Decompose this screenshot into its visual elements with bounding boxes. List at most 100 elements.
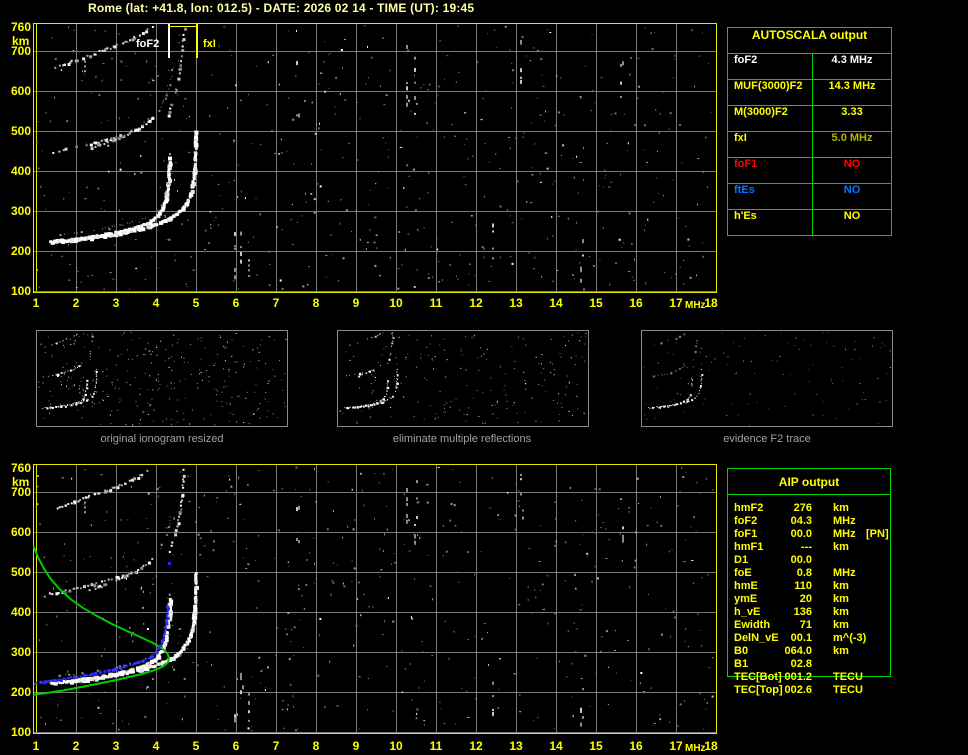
thumbnail-original-ionogram [36,330,288,427]
thumbnail-original-canvas [37,331,287,426]
x-tick-bottom-14: 14 [549,739,563,753]
autoscala-label: M(3000)F2 [728,106,813,131]
x-tick-bottom-12: 12 [469,739,483,753]
aip-row-ymE: ymE 20 km [734,593,849,605]
thumbnail-evidence-canvas [642,331,892,426]
thumbnail-eliminate-reflections [337,330,589,427]
autoscala-value: NO [843,184,861,196]
fxi-marker-label: fxI [203,38,216,50]
x-tick-bottom-13: 13 [509,739,523,753]
autoscala-value: 5.0 MHz [831,132,873,144]
y-tick-bottom-600: 600 [10,525,31,539]
autoscala-value: NO [843,210,861,222]
autoscala-label: foF2 [728,54,813,79]
x-tick-top-4: 4 [152,296,160,310]
y-tick-top-400: 400 [10,164,31,178]
autoscala-row-fxI: fxI 5.0 MHz [728,132,891,158]
aip-row-DelN_vE: DelN_vE 00.1 m^(-3) [734,632,867,644]
y-tick-bottom-400: 400 [10,605,31,619]
x-tick-top-8: 8 [312,296,320,310]
aip-row-Ewidth: Ewidth 71 km [734,619,849,631]
autoscala-value: 3.33 [841,106,863,118]
aip-row-B1: B1 02.8 [734,658,812,670]
x-tick-top-15: 15 [589,296,603,310]
autoscala-row-ftEs: ftEs NO [728,184,891,210]
fof2-marker-label: foF2 [136,38,160,50]
x-tick-top-16: 16 [629,296,643,310]
y-tick-bottom-760: 760 [10,461,31,475]
thumbnail-caption-original: original ionogram resized [100,433,224,445]
aip-row-D1: D1 00.0 [734,554,812,566]
autoscala-row-foF2: foF2 4.3 MHz [728,54,891,80]
aip-row-foF1: foF1 00.0 MHz [PN] [734,528,889,540]
aip-row-TEC[Top]: TEC[Top] 002.6 TECU [734,684,863,696]
aip-row-h_vE: h_vE 136 km [734,606,849,618]
x-tick-bottom-8: 8 [312,739,320,753]
top-ionogram-canvas [33,23,717,293]
x-tick-top-10: 10 [389,296,403,310]
x-tick-bottom-1: 1 [32,739,40,753]
x-tick-bottom-7: 7 [272,739,280,753]
y-tick-bottom-200: 200 [10,685,31,699]
x-tick-bottom-15: 15 [589,739,603,753]
thumbnail-caption-evidence: evidence F2 trace [723,433,811,445]
thumbnail-eliminate-canvas [338,331,587,426]
autoscala-value: 14.3 MHz [828,80,876,92]
x-tick-top-13: 13 [509,296,523,310]
x-tick-bottom-4: 4 [152,739,160,753]
aip-table-header: AIP output [728,475,890,495]
autoscala-row-h'Es: h'Es NO [728,210,891,235]
x-unit-bottom: MHz [685,743,706,754]
x-tick-bottom-6: 6 [232,739,240,753]
x-tick-bottom-9: 9 [352,739,360,753]
aip-output-rows: hmF2 276 km foF2 04.3 MHz foF1 00.0 MHz [PN] hmF1-… [727,502,907,697]
x-tick-top-2: 2 [72,296,80,310]
x-tick-top-1: 1 [32,296,40,310]
y-unit-bottom: km [12,475,30,489]
x-tick-bottom-5: 5 [192,739,200,753]
y-tick-top-760: 760 [10,20,31,34]
autoscala-value: 4.3 MHz [831,54,873,66]
x-tick-bottom-11: 11 [429,739,443,753]
aip-row-hmE: hmE 110 km [734,580,849,592]
x-tick-bottom-3: 3 [112,739,120,753]
x-tick-top-12: 12 [469,296,483,310]
autoscala-output-table: AUTOSCALA output foF2 4.3 MHz MUF(3000)F2 1… [727,27,892,236]
bottom-ionogram-canvas [33,463,717,735]
autoscala-label: foF1 [728,158,813,183]
autoscala-row-foF1: foF1 NO [728,158,891,184]
autoscala-row-M(3000)F2: M(3000)F2 3.33 [728,106,891,132]
y-tick-bottom-100: 100 [10,725,31,739]
x-tick-top-5: 5 [192,296,200,310]
aip-row-foF2: foF2 04.3 MHz [734,515,856,527]
x-tick-top-3: 3 [112,296,120,310]
x-tick-top-9: 9 [352,296,360,310]
aip-row-TEC[Bot]: TEC[Bot] 001.2 TECU [734,671,863,683]
x-tick-bottom-2: 2 [72,739,80,753]
x-tick-bottom-16: 16 [629,739,643,753]
autoscala-label: ftEs [728,184,813,209]
x-unit-top: MHz [685,300,706,311]
aip-row-B0: B0 064.0 km [734,645,849,657]
aip-row-foE: foE 0.8 MHz [734,567,856,579]
autoscala-row-MUF(3000)F2: MUF(3000)F2 14.3 MHz [728,80,891,106]
thumbnail-evidence-f2 [641,330,893,427]
x-tick-bottom-10: 10 [389,739,403,753]
y-unit-top: km [12,34,30,48]
autoscala-value: NO [843,158,861,170]
aip-row-hmF1: hmF1 --- km [734,541,849,553]
x-tick-top-11: 11 [429,296,443,310]
aip-row-hmF2: hmF2 276 km [734,502,849,514]
y-tick-top-600: 600 [10,84,31,98]
autoscala-table-header: AUTOSCALA output [728,28,891,54]
y-tick-top-500: 500 [10,124,31,138]
y-tick-bottom-300: 300 [10,645,31,659]
x-tick-top-7: 7 [272,296,280,310]
autoscala-screen: Rome (lat: +41.8, lon: 012.5) - DATE: 20… [0,0,968,755]
autoscala-label: h'Es [728,210,813,235]
thumbnail-caption-eliminate: eliminate multiple reflections [392,433,532,445]
x-tick-top-14: 14 [549,296,563,310]
autoscala-label: fxI [728,132,813,157]
page-title: Rome (lat: +41.8, lon: 012.5) - DATE: 20… [88,1,475,15]
y-tick-bottom-500: 500 [10,565,31,579]
